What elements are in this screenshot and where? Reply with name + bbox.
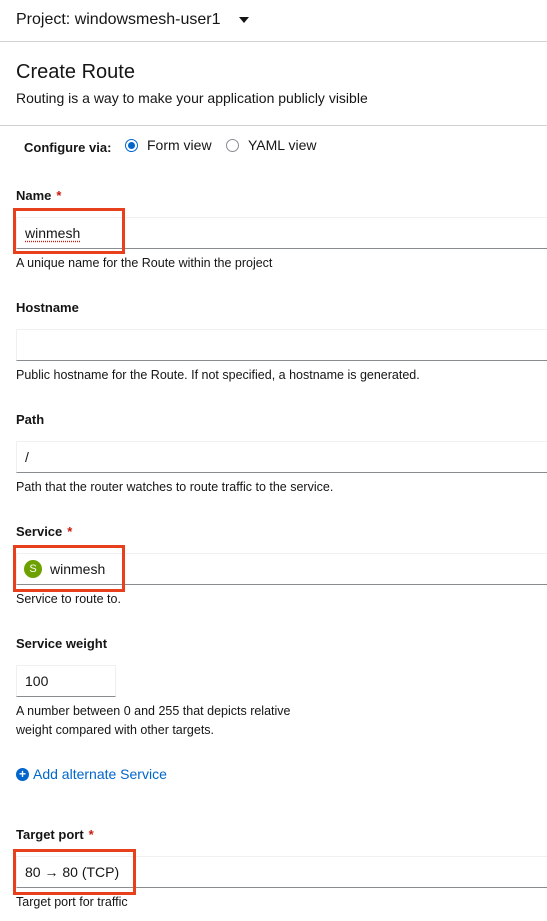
radio-unchecked-icon[interactable] [226, 138, 239, 152]
hostname-helper-text: Public hostname for the Route. If not sp… [16, 368, 420, 382]
service-label-text: Service [16, 524, 63, 539]
configure-via-row: Configure via: Form view YAML view [0, 125, 547, 168]
service-weight-label: Service weight [16, 636, 107, 651]
service-label: Service * [16, 524, 72, 539]
service-highlight-box [13, 545, 125, 592]
name-helper-text: A unique name for the Route within the p… [16, 256, 273, 270]
hostname-label: Hostname [16, 300, 79, 315]
path-input[interactable]: / [16, 441, 547, 473]
yaml-view-radio[interactable]: YAML view [226, 137, 316, 153]
service-helper-text: Service to route to. [16, 592, 121, 606]
form-view-label[interactable]: Form view [147, 137, 212, 153]
configure-via-label: Configure via: [24, 140, 112, 155]
caret-down-icon[interactable] [238, 17, 249, 23]
project-label: Project: windowsmesh-user1 [16, 11, 221, 28]
target-port-highlight-box [13, 849, 136, 895]
path-label-text: Path [16, 412, 45, 427]
required-marker: * [67, 524, 73, 539]
required-marker: * [56, 188, 62, 203]
service-weight-value: 100 [25, 673, 49, 689]
project-selector[interactable]: Project: windowsmesh-user1 [16, 8, 249, 32]
service-weight-input[interactable]: 100 [16, 665, 116, 697]
hostname-input[interactable] [16, 329, 547, 361]
required-marker: * [88, 827, 94, 842]
page-title: Create Route [16, 61, 135, 83]
target-port-helper-text: Target port for traffic [16, 895, 128, 909]
target-port-label: Target port * [16, 827, 94, 842]
path-label: Path [16, 412, 44, 427]
name-label-text: Name [16, 188, 52, 203]
yaml-view-label[interactable]: YAML view [248, 137, 316, 153]
form-view-radio[interactable]: Form view [125, 137, 212, 153]
plus-circle-icon[interactable]: + [16, 767, 29, 781]
add-alternate-service-label[interactable]: Add alternate Service [33, 766, 167, 782]
page-subtitle: Routing is a way to make your applicatio… [16, 90, 368, 106]
path-helper-text: Path that the router watches to route tr… [16, 480, 334, 494]
path-input-value: / [25, 449, 29, 465]
radio-checked-icon[interactable] [125, 138, 138, 152]
name-highlight-box [13, 208, 125, 254]
service-weight-helper-line-2: weight compared with other targets. [16, 723, 215, 737]
service-weight-label-text: Service weight [16, 636, 108, 651]
hostname-label-text: Hostname [16, 300, 79, 315]
add-alternate-service-button[interactable]: + Add alternate Service [16, 766, 167, 782]
name-label: Name * [16, 188, 61, 203]
target-port-label-text: Target port [16, 827, 84, 842]
service-weight-helper-line-1: A number between 0 and 255 that depicts … [16, 704, 291, 718]
project-bar: Project: windowsmesh-user1 [0, 0, 547, 42]
